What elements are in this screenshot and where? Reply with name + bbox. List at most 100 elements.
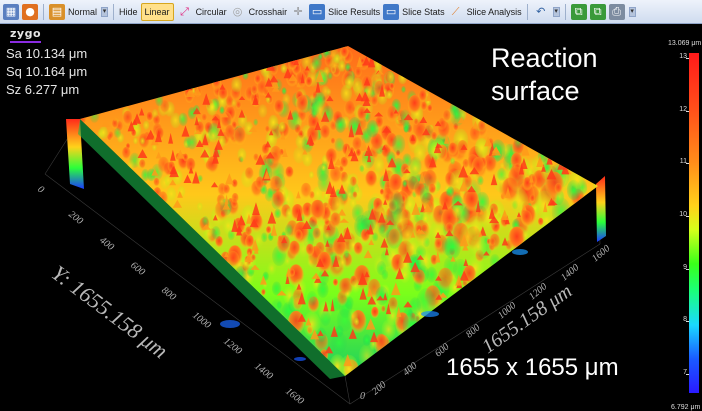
surface-peak bbox=[427, 104, 433, 113]
surface-peak bbox=[375, 286, 389, 306]
surface-peak bbox=[529, 194, 536, 203]
surface-peak bbox=[276, 235, 291, 255]
print-icon[interactable]: ⎙ bbox=[608, 3, 625, 20]
grid-icon[interactable]: ▦ bbox=[3, 3, 19, 20]
surface-peak bbox=[386, 90, 393, 99]
chevron-down-icon[interactable]: ▾ bbox=[101, 6, 109, 17]
surface-peak bbox=[334, 137, 345, 152]
surface-peak bbox=[347, 191, 353, 198]
surface-peak bbox=[306, 290, 318, 306]
surface-peak bbox=[335, 116, 346, 133]
colorbar-tick-mark bbox=[686, 321, 689, 323]
surface-peak bbox=[477, 120, 486, 133]
colorbar-tick-mark bbox=[686, 374, 689, 375]
surface-peak bbox=[320, 310, 331, 326]
surface-peak bbox=[521, 210, 532, 226]
surface-peak bbox=[201, 215, 209, 226]
surface-peak bbox=[245, 226, 253, 237]
circle-tool-icon[interactable]: ◎ bbox=[230, 4, 246, 20]
surface-peak bbox=[114, 127, 121, 138]
crosshair-button[interactable]: Crosshair bbox=[249, 7, 288, 17]
surface-peak bbox=[344, 75, 354, 89]
toolbar-separator bbox=[526, 3, 528, 20]
chevron-down-icon[interactable]: ▾ bbox=[552, 6, 560, 17]
surface-peak bbox=[218, 197, 225, 206]
surface-peak bbox=[273, 99, 285, 116]
surface-peak bbox=[508, 226, 526, 252]
slice-stats-icon: ▭ bbox=[383, 3, 400, 20]
stat-sq: Sq 10.164 μm bbox=[6, 64, 88, 79]
surface-peak bbox=[309, 199, 326, 223]
linear-slice-button[interactable]: Linear bbox=[140, 2, 174, 21]
surface-peak bbox=[477, 175, 484, 186]
undo-icon[interactable]: ↶ bbox=[533, 4, 549, 20]
surface-peak bbox=[256, 80, 268, 97]
crosshair-icon[interactable]: ✛ bbox=[290, 4, 306, 20]
surface-peak bbox=[401, 85, 406, 93]
surface-peak bbox=[537, 217, 544, 227]
surface-peak bbox=[340, 46, 349, 59]
surface-peak bbox=[330, 137, 336, 145]
surface-peak bbox=[143, 120, 150, 130]
colorbar-tick-mark bbox=[686, 163, 689, 165]
surface-peak bbox=[211, 75, 221, 89]
surface-peak bbox=[258, 104, 268, 118]
surface-peak bbox=[138, 159, 146, 170]
circular-slice-button[interactable]: Circular bbox=[196, 7, 227, 17]
palette-icon[interactable]: ● bbox=[22, 3, 38, 20]
annotation-title-line1: Reaction bbox=[491, 43, 598, 73]
normal-view-select[interactable]: Normal bbox=[68, 7, 97, 17]
surface-peak bbox=[362, 334, 371, 347]
surface-peak bbox=[381, 269, 389, 280]
surface-peak bbox=[522, 229, 530, 241]
slice-stats-button[interactable]: Slice Stats bbox=[402, 7, 445, 17]
annotation-title-line2: surface bbox=[491, 76, 580, 106]
stat-sz: Sz 6.277 μm bbox=[6, 82, 80, 97]
surface-peak bbox=[295, 134, 305, 149]
save-image-icon[interactable]: ⧉ bbox=[589, 3, 606, 20]
surface-plot-area[interactable]: zygo Sa 10.134 μm Sq 10.164 μm Sz 6.277 … bbox=[0, 24, 702, 411]
copy-image-icon[interactable]: ⧉ bbox=[570, 3, 587, 20]
surface-peak bbox=[336, 308, 353, 332]
surface-peak bbox=[420, 101, 428, 112]
surface-peak bbox=[413, 118, 419, 126]
surface-peak bbox=[344, 62, 351, 72]
linear-label: Linear bbox=[144, 6, 170, 17]
surface-peak bbox=[111, 119, 119, 129]
surface-peak bbox=[329, 57, 340, 74]
surface-peak bbox=[349, 198, 357, 209]
surface-peak bbox=[268, 114, 279, 130]
surface-peak bbox=[403, 166, 413, 182]
hide-button[interactable]: Hide bbox=[119, 7, 138, 17]
surface-peak bbox=[178, 112, 188, 127]
surface-peak bbox=[448, 142, 458, 156]
surface-peak bbox=[354, 67, 362, 78]
surface-peak bbox=[197, 202, 203, 211]
surface-peak bbox=[407, 94, 422, 115]
surface-peak bbox=[554, 182, 563, 194]
surface-peak bbox=[332, 278, 339, 287]
surface-peak bbox=[444, 235, 461, 260]
surface-peak bbox=[318, 53, 323, 60]
surface-peak bbox=[305, 243, 315, 257]
surface-peak bbox=[570, 169, 584, 189]
annotation-title: Reaction surface bbox=[491, 42, 598, 108]
chevron-down-icon[interactable]: ▾ bbox=[628, 6, 636, 17]
view-mode-icon: ▤ bbox=[49, 3, 65, 20]
surface-peak bbox=[187, 135, 197, 150]
surface-peak bbox=[341, 173, 354, 191]
surface-peak bbox=[321, 85, 330, 97]
surface-peak bbox=[312, 227, 322, 241]
surface-peak bbox=[140, 137, 146, 145]
line-tool-icon[interactable]: ⤢ bbox=[177, 4, 193, 20]
surface-peak bbox=[389, 83, 395, 91]
slice-results-button[interactable]: Slice Results bbox=[328, 7, 380, 17]
surface-peak bbox=[514, 136, 523, 149]
surface-peak bbox=[295, 95, 309, 114]
surface-peak bbox=[386, 71, 395, 83]
surface-peak bbox=[375, 333, 387, 351]
surface-peak bbox=[388, 173, 403, 195]
surface-peak bbox=[413, 144, 426, 162]
slice-analysis-button[interactable]: Slice Analysis bbox=[467, 7, 522, 17]
colorbar-tick-mark bbox=[686, 216, 689, 217]
